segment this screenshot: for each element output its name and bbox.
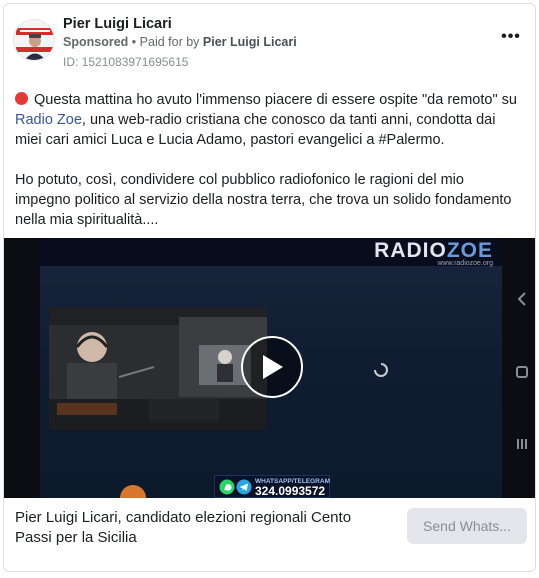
- send-whatsapp-button[interactable]: Send Whats...: [407, 508, 527, 544]
- post-header: Pier Luigi Licari Sponsored • Paid for b…: [4, 4, 535, 78]
- loading-spinner-icon: [374, 363, 388, 377]
- radiozoe-logo: RADIOZOE www.radiozoe.org: [374, 239, 493, 267]
- author-name[interactable]: Pier Luigi Licari: [63, 16, 172, 32]
- logo-radio: RADIO: [374, 239, 447, 262]
- contact-banner: WHATSAPP/TELEGRAM 324.0993572: [214, 475, 330, 498]
- square-icon[interactable]: [515, 365, 529, 379]
- red-circle-icon: [15, 92, 28, 105]
- ad-headline[interactable]: Pier Luigi Licari, candidato elezioni re…: [15, 508, 385, 548]
- p1-text-after: , una web-radio cristiana che conosco da…: [15, 112, 496, 148]
- paid-for-name[interactable]: Pier Luigi Licari: [203, 35, 297, 49]
- more-options-icon[interactable]: •••: [499, 28, 523, 46]
- paid-for-label: Paid for by: [139, 35, 200, 49]
- contact-phone: 324.0993572: [255, 484, 326, 498]
- paragraph-1: Questa mattina ho avuto l'immenso piacer…: [15, 90, 523, 150]
- back-icon[interactable]: [515, 292, 529, 306]
- avatar[interactable]: [13, 19, 55, 61]
- logo-zoe: ZOE: [446, 239, 493, 262]
- sponsored-label[interactable]: Sponsored: [63, 35, 128, 49]
- play-button[interactable]: [241, 336, 303, 398]
- ad-footer: Pier Luigi Licari, candidato elezioni re…: [4, 498, 535, 571]
- paragraph-2: Ho potuto, così, condividere col pubblic…: [15, 172, 512, 228]
- orange-shape: [120, 485, 146, 498]
- studio-scene: [49, 307, 267, 430]
- meta-separator: •: [131, 35, 137, 49]
- avatar-image: [14, 20, 54, 60]
- telegram-icon: [236, 479, 252, 495]
- ad-id: ID: 1521083971695615: [63, 55, 189, 69]
- whatsapp-icon: [219, 479, 235, 495]
- p1-text-before: Questa mattina ho avuto l'immenso piacer…: [34, 92, 517, 108]
- post-body: Questa mattina ho avuto l'immenso piacer…: [15, 90, 523, 230]
- play-icon: [263, 355, 283, 379]
- ad-card: Pier Luigi Licari Sponsored • Paid for b…: [3, 3, 536, 572]
- video-player[interactable]: RADIOZOE www.radiozoe.org WHATSAPP/TELEG…: [4, 238, 535, 498]
- menu-icon[interactable]: [515, 437, 529, 451]
- radio-zoe-link[interactable]: Radio Zoe: [15, 112, 82, 128]
- studio-video-feed: [49, 307, 267, 430]
- sponsored-meta: Sponsored • Paid for by Pier Luigi Licar…: [63, 35, 297, 49]
